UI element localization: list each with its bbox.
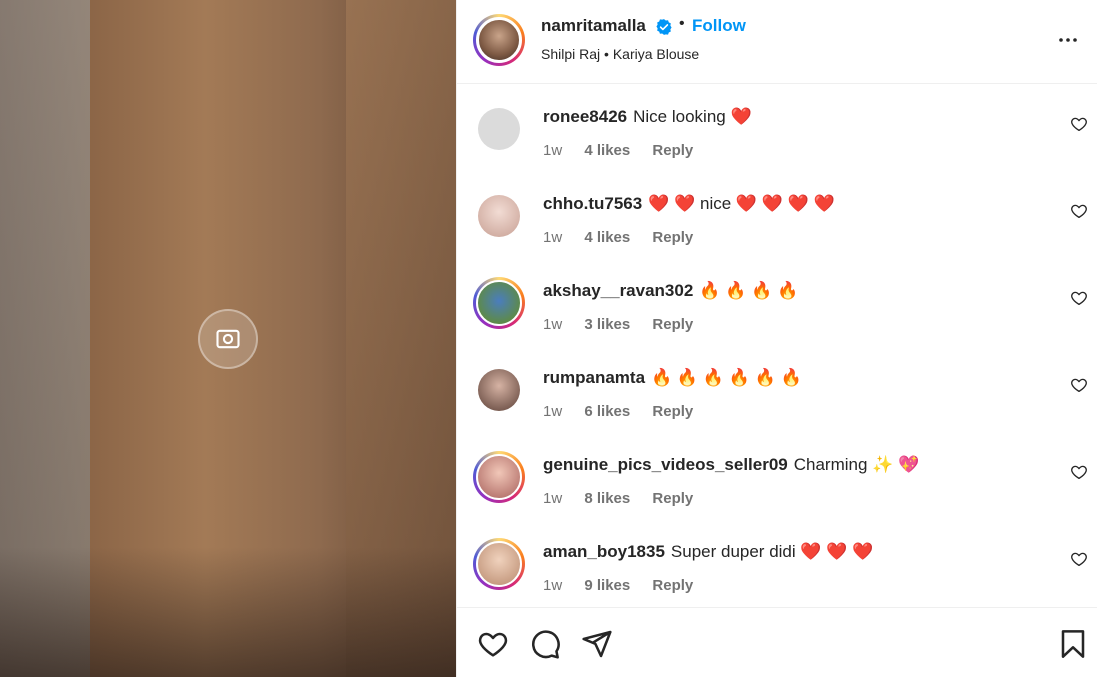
comment-icon[interactable] — [529, 628, 561, 660]
comment-text-line: rumpanamta 🔥 🔥 🔥 🔥 🔥 🔥 — [543, 368, 802, 388]
comment-body: Nice looking ❤️ — [633, 107, 752, 126]
comment-reply-button[interactable]: Reply — [652, 577, 693, 594]
verified-badge-icon — [656, 19, 672, 35]
commenter-avatar[interactable] — [473, 451, 525, 503]
commenter-avatar[interactable] — [473, 277, 525, 329]
comment-likes[interactable]: 4 likes — [584, 142, 630, 159]
comment-item: aman_boy1835 Super duper didi ❤️ ❤️ ❤️ 1w… — [457, 520, 1097, 607]
comment-time: 1w — [543, 316, 563, 333]
commenter-avatar[interactable] — [473, 190, 525, 242]
comment-time: 1w — [543, 142, 563, 159]
comment-item: genuine_pics_videos_seller09 Charming ✨ 💖… — [457, 433, 1097, 520]
comment-time: 1w — [543, 403, 563, 420]
comment-likes[interactable]: 8 likes — [584, 490, 630, 507]
comment-username[interactable]: genuine_pics_videos_seller09 — [543, 455, 788, 474]
heart-icon[interactable] — [1070, 115, 1088, 133]
photo-shadow — [0, 547, 456, 677]
commenter-avatar[interactable] — [473, 103, 525, 155]
commenter-avatar-image — [478, 108, 520, 150]
heart-icon[interactable] — [477, 628, 509, 660]
comment-meta: 1w 4 likes Reply — [543, 142, 711, 159]
comment-body: 🔥 🔥 🔥 🔥 🔥 🔥 — [651, 368, 802, 387]
comment-text-line: genuine_pics_videos_seller09 Charming ✨ 💖 — [543, 455, 919, 475]
commenter-avatar[interactable] — [473, 364, 525, 416]
post-side-panel: namritamalla • Follow Shilpi Raj • Kariy… — [456, 0, 1097, 677]
comment-likes[interactable]: 9 likes — [584, 577, 630, 594]
comment-item: chho.tu7563 ❤️ ❤️ nice ❤️ ❤️ ❤️ ❤️ 1w 4 l… — [457, 172, 1097, 259]
comments-list[interactable]: ronee8426 Nice looking ❤️ 1w 4 likes Repl… — [457, 85, 1097, 607]
heart-icon[interactable] — [1070, 202, 1088, 220]
audio-attribution[interactable]: Shilpi Raj • Kariya Blouse — [541, 46, 699, 62]
comment-text-line: aman_boy1835 Super duper didi ❤️ ❤️ ❤️ — [543, 542, 873, 562]
comment-username[interactable]: chho.tu7563 — [543, 194, 642, 213]
comment-likes[interactable]: 6 likes — [584, 403, 630, 420]
audio-artist[interactable]: Shilpi Raj — [541, 46, 600, 62]
comment-text-line: ronee8426 Nice looking ❤️ — [543, 107, 752, 127]
post-image[interactable] — [0, 0, 456, 677]
comment-time: 1w — [543, 490, 563, 507]
photo-placeholder-icon — [198, 308, 258, 369]
commenter-avatar-image — [478, 195, 520, 237]
share-icon[interactable] — [581, 628, 613, 660]
comment-meta: 1w 9 likes Reply — [543, 577, 711, 594]
comment-body: Charming ✨ 💖 — [793, 455, 920, 474]
comment-meta: 1w 3 likes Reply — [543, 316, 711, 333]
post-header: namritamalla • Follow Shilpi Raj • Kariy… — [457, 0, 1097, 84]
comment-body: Super duper didi ❤️ ❤️ ❤️ — [670, 542, 874, 561]
comment-likes[interactable]: 4 likes — [584, 229, 630, 246]
comment-username[interactable]: akshay__ravan302 — [543, 281, 693, 300]
comment-meta: 1w 4 likes Reply — [543, 229, 711, 246]
commenter-avatar-image — [476, 280, 522, 326]
comment-username[interactable]: rumpanamta — [543, 368, 645, 387]
heart-icon[interactable] — [1070, 289, 1088, 307]
comment-meta: 1w 6 likes Reply — [543, 403, 711, 420]
comment-reply-button[interactable]: Reply — [652, 142, 693, 159]
commenter-avatar-image — [476, 454, 522, 500]
comment-body: ❤️ ❤️ nice ❤️ ❤️ ❤️ ❤️ — [648, 194, 835, 213]
author-avatar[interactable] — [473, 14, 525, 66]
follow-button[interactable]: Follow — [692, 16, 746, 36]
heart-icon[interactable] — [1070, 463, 1088, 481]
more-options-icon[interactable] — [1056, 28, 1080, 52]
comment-time: 1w — [543, 577, 563, 594]
bookmark-icon[interactable] — [1057, 628, 1089, 660]
comment-meta: 1w 8 likes Reply — [543, 490, 711, 507]
heart-icon[interactable] — [1070, 376, 1088, 394]
post-actions-bar — [457, 607, 1097, 677]
comment-reply-button[interactable]: Reply — [652, 316, 693, 333]
comment-item: akshay__ravan302 🔥 🔥 🔥 🔥 1w 3 likes Reply — [457, 259, 1097, 346]
commenter-avatar[interactable] — [473, 538, 525, 590]
comment-username[interactable]: aman_boy1835 — [543, 542, 665, 561]
comment-reply-button[interactable]: Reply — [652, 490, 693, 507]
heart-icon[interactable] — [1070, 550, 1088, 568]
comment-text-line: chho.tu7563 ❤️ ❤️ nice ❤️ ❤️ ❤️ ❤️ — [543, 194, 835, 214]
comment-reply-button[interactable]: Reply — [652, 229, 693, 246]
comment-item: ronee8426 Nice looking ❤️ 1w 4 likes Repl… — [457, 85, 1097, 172]
audio-separator: • — [604, 46, 609, 62]
comment-body: 🔥 🔥 🔥 🔥 — [699, 281, 799, 300]
comment-item: rumpanamta 🔥 🔥 🔥 🔥 🔥 🔥 1w 6 likes Reply — [457, 346, 1097, 433]
audio-title[interactable]: Kariya Blouse — [613, 46, 699, 62]
comment-reply-button[interactable]: Reply — [652, 403, 693, 420]
comment-likes[interactable]: 3 likes — [584, 316, 630, 333]
author-avatar-image — [476, 17, 522, 63]
author-username[interactable]: namritamalla — [541, 16, 646, 36]
comment-time: 1w — [543, 229, 563, 246]
commenter-avatar-image — [476, 541, 522, 587]
comment-text-line: akshay__ravan302 🔥 🔥 🔥 🔥 — [543, 281, 798, 301]
header-separator: • — [679, 15, 685, 32]
commenter-avatar-image — [478, 369, 520, 411]
comment-username[interactable]: ronee8426 — [543, 107, 627, 126]
